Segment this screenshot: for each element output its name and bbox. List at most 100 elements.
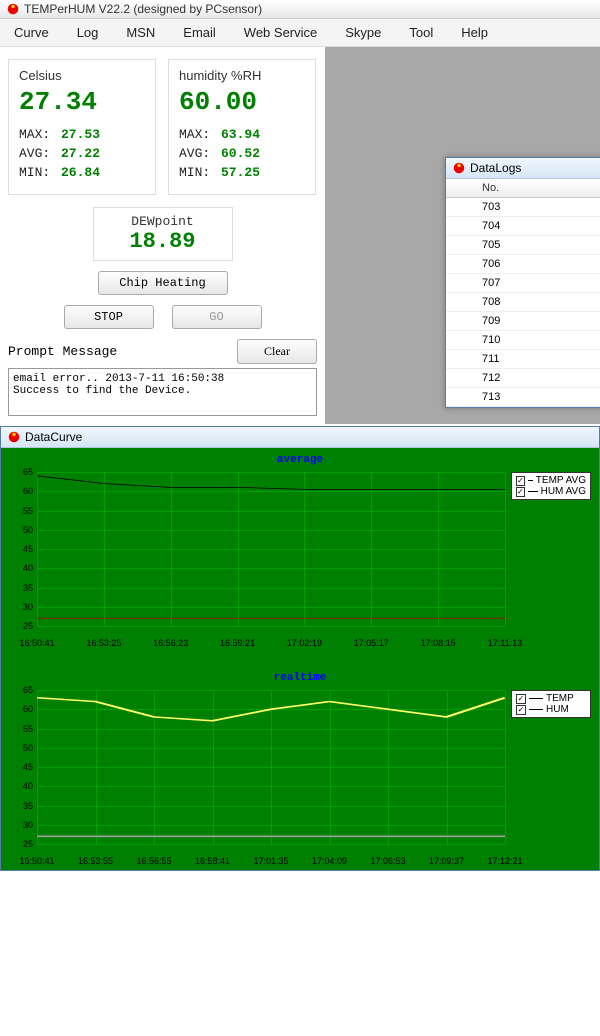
table-row[interactable]: 703 bbox=[446, 198, 600, 217]
x-tick: 17:08:15 bbox=[421, 638, 456, 648]
stop-button[interactable]: STOP bbox=[64, 305, 154, 329]
x-tick: 16:50:41 bbox=[19, 856, 54, 866]
x-tick: 16:50:41 bbox=[19, 638, 54, 648]
y-tick: 35 bbox=[9, 583, 33, 593]
checkbox-icon[interactable]: ✓ bbox=[516, 487, 525, 497]
y-tick: 30 bbox=[9, 820, 33, 830]
celsius-max: 27.53 bbox=[61, 127, 100, 142]
y-tick: 45 bbox=[9, 762, 33, 772]
row-no: 710 bbox=[482, 334, 500, 346]
dewpoint-box: DEWpoint 18.89 bbox=[93, 207, 233, 261]
prompt-message-box[interactable]: email error.. 2013-7-11 16:50:38 Success… bbox=[8, 368, 317, 416]
celsius-value: 27.34 bbox=[19, 87, 145, 117]
left-panel: Celsius 27.34 MAX:27.53 AVG:27.22 MIN:26… bbox=[0, 47, 325, 424]
datalogs-title: DataLogs bbox=[470, 161, 521, 175]
y-tick: 40 bbox=[9, 781, 33, 791]
table-row[interactable]: 704 bbox=[446, 217, 600, 236]
top-area: Celsius 27.34 MAX:27.53 AVG:27.22 MIN:26… bbox=[0, 47, 600, 424]
x-tick: 17:12:21 bbox=[487, 856, 522, 866]
table-row[interactable]: 710 bbox=[446, 331, 600, 350]
main-titlebar: TEMPerHUM V22.2 (designed by PCsensor) bbox=[0, 0, 600, 19]
legend-item[interactable]: ✓TEMP bbox=[516, 693, 586, 704]
x-tick: 17:11:13 bbox=[488, 638, 522, 648]
prompt-msg-2: Success to find the Device. bbox=[13, 385, 312, 397]
checkbox-icon[interactable]: ✓ bbox=[516, 694, 526, 704]
datacurve-icon bbox=[7, 430, 21, 444]
menu-curve[interactable]: Curve bbox=[0, 22, 63, 43]
menu-email[interactable]: Email bbox=[169, 22, 230, 43]
datalogs-body: 703 704 705 706707 708 709 710 711 712 713 bbox=[446, 198, 600, 407]
celsius-min: 26.84 bbox=[61, 165, 100, 180]
menubar: Curve Log MSN Email Web Service Skype To… bbox=[0, 19, 600, 47]
chart-legend: ✓TEMP✓HUM bbox=[511, 690, 591, 718]
x-tick: 17:01:35 bbox=[253, 856, 288, 866]
y-tick: 50 bbox=[9, 525, 33, 535]
celsius-label: Celsius bbox=[19, 68, 145, 83]
y-tick: 35 bbox=[9, 801, 33, 811]
table-row[interactable]: 705 bbox=[446, 236, 600, 255]
humidity-value: 60.00 bbox=[179, 87, 305, 117]
humidity-avg: 60.52 bbox=[221, 146, 260, 161]
prompt-msg-1: email error.. 2013-7-11 16:50:38 bbox=[13, 373, 312, 385]
chart-legend: ✓TEMP AVG✓HUM AVG bbox=[511, 472, 591, 500]
clear-button[interactable]: Clear bbox=[237, 339, 317, 364]
humidity-label: humidity %RH bbox=[179, 68, 305, 83]
humidity-max-label: MAX: bbox=[179, 127, 221, 142]
checkbox-icon[interactable]: ✓ bbox=[516, 476, 525, 486]
row-no: 712 bbox=[482, 372, 500, 384]
go-button[interactable]: GO bbox=[172, 305, 262, 329]
celsius-max-label: MAX: bbox=[19, 127, 61, 142]
dewpoint-value: 18.89 bbox=[104, 229, 222, 254]
legend-item[interactable]: ✓TEMP AVG bbox=[516, 475, 586, 486]
chart-realtime: realtime25303540455055606516:50:4116:53:… bbox=[1, 666, 599, 870]
table-row[interactable]: 708 bbox=[446, 293, 600, 312]
table-row[interactable]: 713 bbox=[446, 388, 600, 407]
menu-msn[interactable]: MSN bbox=[112, 22, 169, 43]
legend-item[interactable]: ✓HUM AVG bbox=[516, 486, 586, 497]
dewpoint-label: DEWpoint bbox=[104, 214, 222, 229]
datalogs-titlebar: DataLogs bbox=[446, 158, 600, 179]
x-tick: 16:56:55 bbox=[136, 856, 171, 866]
celsius-avg-label: AVG: bbox=[19, 146, 61, 161]
y-tick: 45 bbox=[9, 544, 33, 554]
y-tick: 55 bbox=[9, 506, 33, 516]
table-row[interactable]: 711 bbox=[446, 350, 600, 369]
x-tick: 16:56:23 bbox=[153, 638, 188, 648]
row-no: 709 bbox=[482, 315, 500, 327]
app-title: TEMPerHUM V22.2 (designed by PCsensor) bbox=[24, 2, 262, 16]
chart-title: realtime bbox=[9, 672, 591, 684]
x-tick: 16:53:55 bbox=[78, 856, 113, 866]
menu-webservice[interactable]: Web Service bbox=[230, 22, 331, 43]
table-row[interactable]: 712 bbox=[446, 369, 600, 388]
table-row[interactable]: 709 bbox=[446, 312, 600, 331]
x-tick: 17:05:17 bbox=[354, 638, 389, 648]
row-no: 711 bbox=[482, 353, 500, 365]
prompt-label: Prompt Message bbox=[8, 344, 117, 359]
y-tick: 50 bbox=[9, 743, 33, 753]
row-no: 705 bbox=[482, 239, 500, 251]
menu-tool[interactable]: Tool bbox=[395, 22, 447, 43]
row-no: 704 bbox=[482, 220, 500, 232]
humidity-box: humidity %RH 60.00 MAX:63.94 AVG:60.52 M… bbox=[168, 59, 316, 195]
chip-heating-button[interactable]: Chip Heating bbox=[98, 271, 228, 295]
datacurve-window[interactable]: DataCurve average25303540455055606516:50… bbox=[0, 426, 600, 871]
menu-help[interactable]: Help bbox=[447, 22, 502, 43]
menu-skype[interactable]: Skype bbox=[331, 22, 395, 43]
row-no: 708 bbox=[482, 296, 500, 308]
datalogs-window[interactable]: DataLogs No. 703 704 705 706707 708 709 710 711… bbox=[445, 157, 600, 408]
humidity-min-label: MIN: bbox=[179, 165, 221, 180]
x-tick: 17:02:19 bbox=[287, 638, 322, 648]
table-row[interactable]: 706 bbox=[446, 255, 600, 274]
celsius-box: Celsius 27.34 MAX:27.53 AVG:27.22 MIN:26… bbox=[8, 59, 156, 195]
legend-item[interactable]: ✓HUM bbox=[516, 704, 586, 715]
datalogs-header: No. bbox=[446, 179, 600, 198]
checkbox-icon[interactable]: ✓ bbox=[516, 705, 526, 715]
right-panel: DataLogs No. 703 704 705 706707 708 709 710 711… bbox=[325, 47, 600, 424]
humidity-min: 57.25 bbox=[221, 165, 260, 180]
menu-log[interactable]: Log bbox=[63, 22, 113, 43]
x-tick: 17:06:53 bbox=[370, 856, 405, 866]
app-icon bbox=[6, 2, 20, 16]
row-no: 703 bbox=[482, 201, 500, 213]
datalogs-icon bbox=[452, 161, 466, 175]
table-row[interactable]: 707 bbox=[446, 274, 600, 293]
